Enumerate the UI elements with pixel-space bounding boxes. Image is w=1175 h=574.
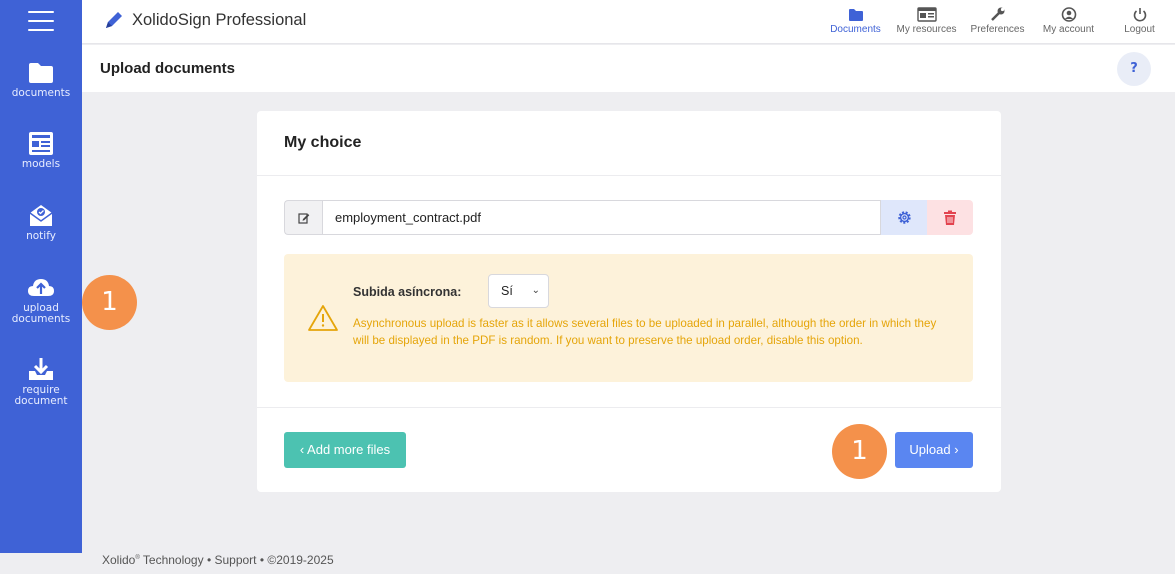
add-more-files-button[interactable]: ‹ Add more files	[284, 432, 406, 468]
sidebar: documents models notify upload documents…	[0, 0, 82, 553]
power-icon	[1133, 8, 1146, 22]
divider	[257, 175, 1001, 176]
top-navigation: Documents My resources Preferences My ac…	[820, 0, 1175, 44]
rename-file-button[interactable]	[284, 200, 322, 235]
footer-separator: •	[256, 553, 268, 567]
user-circle-icon	[1061, 7, 1076, 22]
delete-file-button[interactable]	[927, 200, 973, 235]
envelope-icon	[29, 205, 53, 226]
nav-my-account[interactable]: My account	[1033, 0, 1104, 44]
file-name-field[interactable]: employment_contract.pdf	[322, 200, 881, 235]
footer-support-link[interactable]: Support	[214, 553, 256, 567]
upload-card: My choice employment_contract.pdf Subida…	[257, 111, 1001, 492]
nav-documents[interactable]: Documents	[820, 0, 891, 44]
template-icon	[29, 132, 53, 155]
id-card-icon	[916, 7, 937, 22]
nav-my-resources[interactable]: My resources	[891, 0, 962, 44]
nav-label: My account	[1042, 24, 1095, 35]
trash-icon	[944, 210, 956, 225]
nav-label: Documents	[830, 24, 881, 35]
sidebar-item-label: notify	[26, 230, 56, 242]
gear-icon	[897, 211, 911, 224]
sidebar-item-upload-documents[interactable]: upload documents	[0, 275, 82, 325]
async-upload-notice: Subida asíncrona: Sí ⌄ Asynchronous uplo…	[284, 254, 973, 382]
nav-preferences[interactable]: Preferences	[962, 0, 1033, 44]
nav-label: Logout	[1124, 24, 1155, 35]
sidebar-item-label: documents	[11, 87, 71, 99]
file-row: employment_contract.pdf	[284, 200, 973, 235]
footer: Xolido® Technology • Support • ©2019-202…	[102, 553, 334, 567]
pen-icon	[106, 12, 122, 28]
async-upload-message: Asynchronous upload is faster as it allo…	[353, 317, 937, 347]
folder-icon	[29, 63, 53, 83]
nav-label: My resources	[896, 24, 957, 35]
async-upload-label: Subida asíncrona:	[353, 285, 462, 299]
nav-logout[interactable]: Logout	[1104, 0, 1175, 44]
step-badge: 1	[832, 424, 887, 479]
async-upload-select[interactable]: Sí ⌄	[488, 274, 549, 308]
sidebar-item-documents[interactable]: documents	[0, 60, 82, 99]
page-title: Upload documents	[100, 60, 236, 77]
card-title: My choice	[284, 134, 362, 151]
footer-company-suffix: Technology	[139, 553, 204, 567]
sidebar-item-notify[interactable]: notify	[0, 203, 82, 242]
nav-label: Preferences	[970, 24, 1025, 35]
cloud-upload-icon	[28, 279, 54, 296]
warning-icon	[308, 305, 338, 331]
wrench-icon	[990, 7, 1004, 21]
sidebar-item-label-line2: documents	[11, 313, 71, 325]
sidebar-item-label: models	[21, 158, 61, 170]
folder-icon	[848, 9, 863, 21]
file-settings-button[interactable]	[881, 200, 927, 235]
edit-icon	[297, 212, 309, 224]
sidebar-item-models[interactable]: models	[0, 131, 82, 170]
footer-separator: •	[203, 553, 215, 567]
brand[interactable]: XolidoSign Professional	[102, 9, 306, 31]
page-header: Upload documents ?	[82, 45, 1175, 92]
download-tray-icon	[29, 358, 53, 380]
sidebar-item-require-document[interactable]: require document	[0, 357, 82, 407]
app-title: XolidoSign Professional	[132, 10, 307, 29]
step-badge: 1	[82, 275, 137, 330]
footer-company: Xolido	[102, 553, 136, 567]
async-upload-selected-value: Sí	[501, 284, 513, 298]
upload-button[interactable]: Upload ›	[895, 432, 973, 468]
chevron-down-icon: ⌄	[531, 285, 540, 296]
divider	[257, 407, 1001, 408]
footer-copyright: ©2019-2025	[267, 553, 334, 567]
help-button[interactable]: ?	[1117, 52, 1151, 86]
sidebar-item-label-line2: document	[14, 395, 68, 407]
top-bar: XolidoSign Professional Documents My res…	[82, 0, 1175, 44]
menu-icon[interactable]	[28, 11, 54, 33]
